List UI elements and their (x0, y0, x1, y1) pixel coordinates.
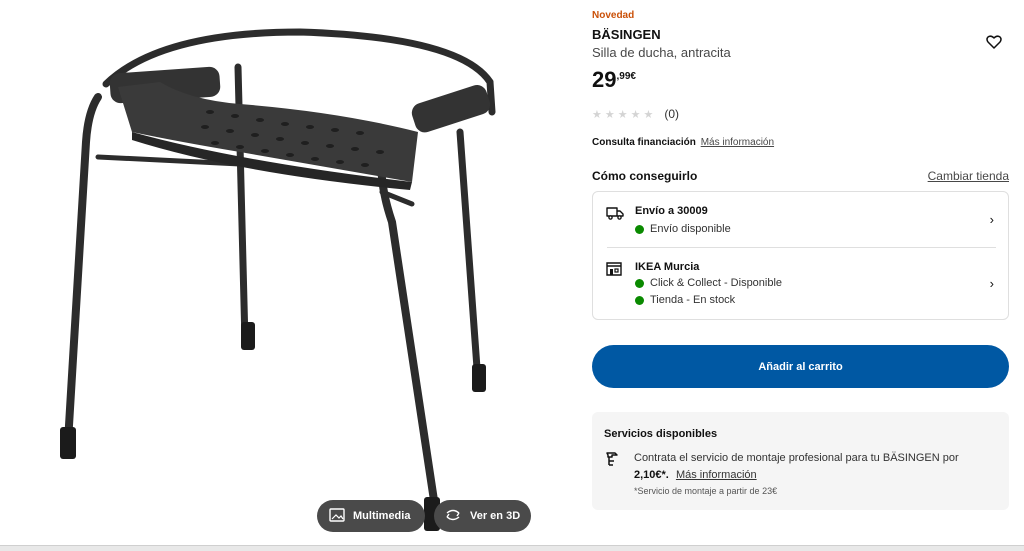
truck-icon (606, 206, 624, 225)
financing-label: Consulta financiación (592, 137, 696, 148)
rating-count: (0) (664, 107, 680, 121)
status-dot-icon (635, 224, 644, 234)
availability-box: Envío a 30009 Envío disponible › IKEA Mu… (592, 191, 1009, 320)
assembly-icon (605, 451, 619, 472)
rating[interactable]: ★ ★ ★ ★ ★ (0) (592, 107, 679, 121)
services-text: Contrata el servicio de montaje profesio… (634, 450, 984, 484)
financing: Consulta financiación Más información (592, 137, 774, 148)
favourite-heart-icon[interactable] (986, 34, 1002, 50)
financing-more-info-link[interactable]: Más información (701, 137, 774, 148)
star-icon: ★ (630, 108, 641, 121)
price-integer: 29 (592, 67, 617, 92)
services-description: Contrata el servicio de montaje profesio… (634, 452, 959, 464)
price: 29 ,99€ (592, 67, 636, 93)
star-icon: ★ (617, 108, 628, 121)
status-dot-icon (635, 295, 644, 305)
store-status-collect-text: Click & Collect - Disponible (650, 277, 783, 289)
services-panel: Servicios disponibles Contrata el servic… (592, 412, 1009, 510)
store-title: IKEA Murcia (635, 261, 700, 273)
delivery-status-text: Envío disponible (650, 223, 731, 235)
store-status-stock: Tienda - En stock (635, 294, 735, 306)
services-price: 2,10€*. (634, 469, 669, 481)
star-icon: ★ (643, 108, 654, 121)
add-to-cart-button[interactable]: Añadir al carrito (592, 345, 1009, 388)
delivery-status: Envío disponible (635, 223, 731, 235)
services-note: *Servicio de montaje a partir de 23€ (634, 486, 778, 496)
delivery-row[interactable]: Envío a 30009 Envío disponible › (593, 192, 1008, 248)
view-3d-label: Ver en 3D (470, 510, 521, 522)
store-status-collect: Click & Collect - Disponible (635, 277, 782, 289)
store-status-stock-text: Tienda - En stock (650, 294, 736, 306)
product-image (60, 28, 496, 531)
rotate-3d-icon (444, 509, 462, 524)
view-3d-button[interactable]: Ver en 3D (434, 500, 531, 532)
multimedia-label: Multimedia (353, 510, 411, 522)
chevron-right-icon: › (989, 212, 994, 227)
star-icon: ★ (592, 108, 602, 121)
product-description: Silla de ducha, antracita (592, 45, 731, 60)
status-dot-icon (635, 278, 644, 288)
gallery-icon (329, 507, 345, 525)
product-media: Multimedia Ver en 3D (0, 0, 560, 545)
price-decimal: ,99€ (616, 71, 636, 82)
change-store-link[interactable]: Cambiar tienda (928, 169, 1009, 183)
multimedia-button[interactable]: Multimedia (317, 500, 425, 532)
bottom-scrollbar[interactable] (0, 545, 1024, 551)
availability-heading: Cómo conseguirlo (592, 169, 698, 183)
chevron-right-icon: › (989, 276, 994, 291)
services-more-info-link[interactable]: Más información (676, 469, 757, 481)
star-icon: ★ (604, 108, 615, 121)
new-badge: Novedad (592, 10, 635, 21)
store-icon (606, 262, 622, 281)
store-row[interactable]: IKEA Murcia Click & Collect - Disponible… (593, 248, 1008, 320)
delivery-title: Envío a 30009 (635, 205, 708, 217)
services-title: Servicios disponibles (604, 428, 718, 440)
product-name: BÄSINGEN (592, 27, 661, 42)
